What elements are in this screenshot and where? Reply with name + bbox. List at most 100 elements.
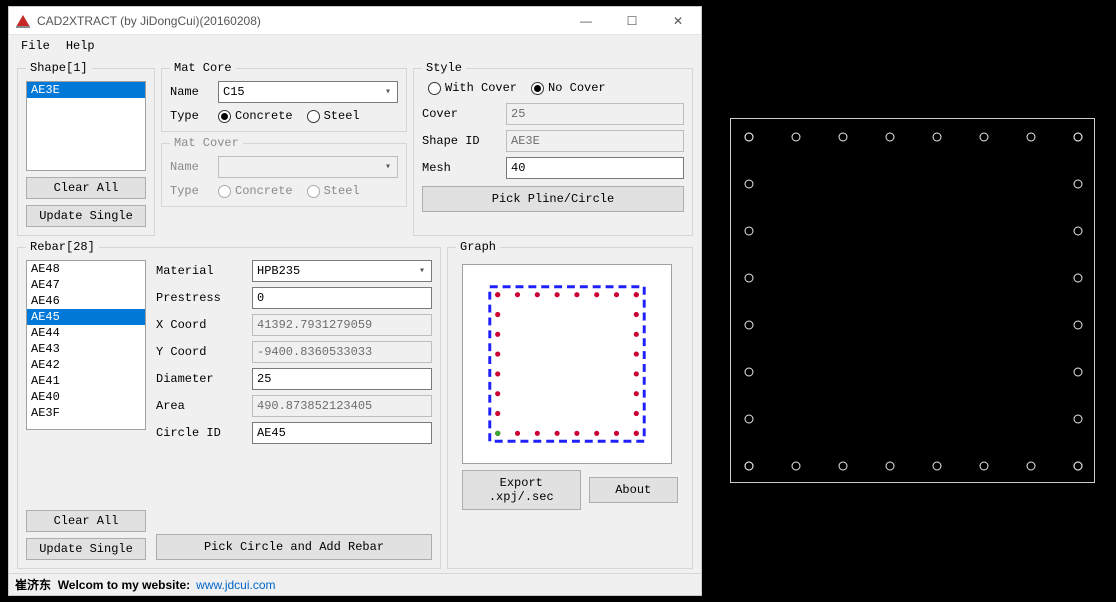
list-item[interactable]: AE3E (27, 82, 145, 98)
menubar: File Help (9, 35, 701, 57)
chevron-down-icon: ▾ (381, 161, 395, 173)
matcore-steel-radio[interactable]: Steel (307, 109, 360, 123)
close-button[interactable]: ✕ (655, 7, 701, 35)
prestress-input[interactable] (252, 287, 432, 309)
circleid-input[interactable] (252, 422, 432, 444)
mesh-input[interactable] (506, 157, 684, 179)
diameter-input[interactable] (252, 368, 432, 390)
graph-group: Graph Export .xpj/.sec About (447, 240, 693, 569)
style-group: Style With Cover No Cover Cover (413, 61, 693, 236)
xcoord-input (252, 314, 432, 336)
matcover-steel-radio: Steel (307, 184, 360, 198)
rebar-clear-button[interactable]: Clear All (26, 510, 146, 532)
matcover-concrete-radio: Concrete (218, 184, 293, 198)
list-item[interactable]: AE46 (27, 293, 145, 309)
matcover-group: Mat Cover Name ▾ Type Concrete (161, 136, 407, 207)
client-area: Shape[1] AE3E Clear All Update Single Ma… (9, 57, 701, 573)
shape-group: Shape[1] AE3E Clear All Update Single (17, 61, 155, 236)
list-item[interactable]: AE3F (27, 405, 145, 421)
list-item[interactable]: AE45 (27, 309, 145, 325)
rebar-dot (933, 462, 942, 471)
list-item[interactable]: AE40 (27, 389, 145, 405)
cover-label: Cover (422, 107, 500, 121)
rebar-dot (745, 227, 754, 236)
rebar-dot (792, 133, 801, 142)
mesh-label: Mesh (422, 161, 500, 175)
app-icon (15, 13, 31, 29)
diameter-label: Diameter (156, 372, 246, 386)
shape-legend: Shape[1] (26, 61, 92, 75)
matcore-group: Mat Core Name C15 ▾ Type Concrete (161, 61, 407, 132)
ycoord-input (252, 341, 432, 363)
pick-pline-button[interactable]: Pick Pline/Circle (422, 186, 684, 212)
rebar-update-button[interactable]: Update Single (26, 538, 146, 560)
rebar-dot (1027, 462, 1036, 471)
rebar-dot (1074, 227, 1083, 236)
chevron-down-icon: ▾ (381, 86, 395, 98)
menu-file[interactable]: File (13, 37, 58, 55)
style-legend: Style (422, 61, 466, 75)
rebar-group: Rebar[28] AE48AE47AE46AE45AE44AE43AE42AE… (17, 240, 441, 569)
menu-help[interactable]: Help (58, 37, 103, 55)
status-msg: Welcom to my website: (58, 578, 190, 592)
graph-legend: Graph (456, 240, 500, 254)
about-button[interactable]: About (589, 477, 679, 503)
cad-viewport[interactable] (730, 118, 1095, 483)
rebar-dot (1027, 133, 1036, 142)
matcover-name-label: Name (170, 160, 212, 174)
rebar-dot (1074, 321, 1083, 330)
rebar-dot (1074, 462, 1083, 471)
circleid-label: Circle ID (156, 426, 246, 440)
list-item[interactable]: AE43 (27, 341, 145, 357)
rebar-dot (980, 462, 989, 471)
list-item[interactable]: AE48 (27, 261, 145, 277)
area-label: Area (156, 399, 246, 413)
shapeid-label: Shape ID (422, 134, 500, 148)
matcover-type-label: Type (170, 184, 212, 198)
matcore-concrete-radio[interactable]: Concrete (218, 109, 293, 123)
list-item[interactable]: AE41 (27, 373, 145, 389)
rebar-dot (980, 133, 989, 142)
list-item[interactable]: AE42 (27, 357, 145, 373)
maximize-button[interactable]: ☐ (609, 7, 655, 35)
graph-canvas (462, 264, 672, 464)
rebar-dot (745, 321, 754, 330)
shape-listbox[interactable]: AE3E (26, 81, 146, 171)
cover-input (506, 103, 684, 125)
ycoord-label: Y Coord (156, 345, 246, 359)
website-link[interactable]: www.jdcui.com (196, 578, 275, 592)
no-cover-radio[interactable]: No Cover (531, 81, 606, 95)
window-controls: — ☐ ✕ (563, 7, 701, 35)
chevron-down-icon: ▾ (415, 265, 429, 277)
matcover-legend: Mat Cover (170, 136, 243, 150)
prestress-label: Prestress (156, 291, 246, 305)
material-combo[interactable]: HPB235 ▾ (252, 260, 432, 282)
rebar-dot (745, 415, 754, 424)
rebar-dot (839, 133, 848, 142)
app-window: CAD2XTRACT (by JiDongCui)(20160208) — ☐ … (8, 6, 702, 596)
rebar-dot (745, 462, 754, 471)
material-value: HPB235 (257, 264, 300, 278)
rebar-dot (1074, 415, 1083, 424)
rebar-dot (1074, 368, 1083, 377)
rebar-dot (745, 368, 754, 377)
rebar-dot (1074, 274, 1083, 283)
minimize-button[interactable]: — (563, 7, 609, 35)
radio-icon (428, 82, 441, 95)
list-item[interactable]: AE44 (27, 325, 145, 341)
rebar-legend: Rebar[28] (26, 240, 99, 254)
pick-circle-button[interactable]: Pick Circle and Add Rebar (156, 534, 432, 560)
rebar-dot (886, 133, 895, 142)
shape-update-button[interactable]: Update Single (26, 205, 146, 227)
window-title: CAD2XTRACT (by JiDongCui)(20160208) (37, 14, 261, 28)
shape-clear-button[interactable]: Clear All (26, 177, 146, 199)
matcore-name-combo[interactable]: C15 ▾ (218, 81, 398, 103)
rebar-listbox[interactable]: AE48AE47AE46AE45AE44AE43AE42AE41AE40AE3F (26, 260, 146, 430)
rebar-dot (886, 462, 895, 471)
matcore-legend: Mat Core (170, 61, 236, 75)
radio-icon (307, 185, 320, 198)
with-cover-radio[interactable]: With Cover (428, 81, 517, 95)
export-button[interactable]: Export .xpj/.sec (462, 470, 581, 510)
list-item[interactable]: AE47 (27, 277, 145, 293)
rebar-dot (745, 274, 754, 283)
